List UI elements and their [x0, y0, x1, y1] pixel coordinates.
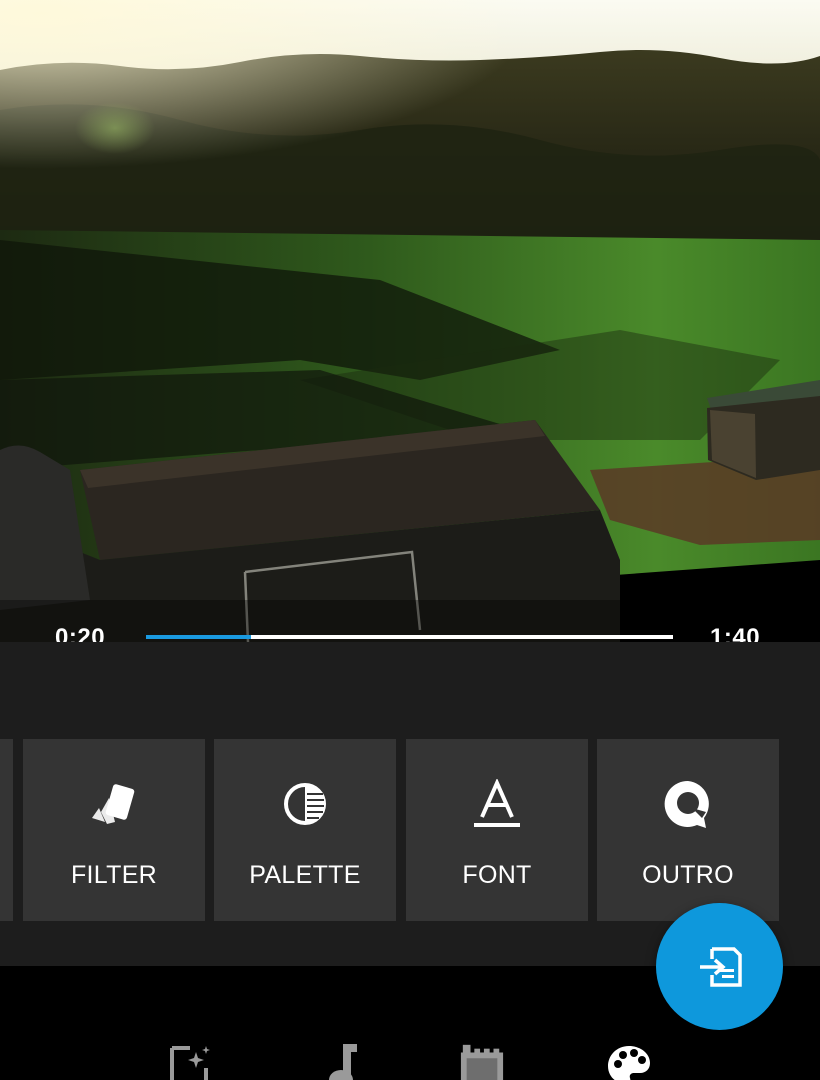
paint-palette-icon — [608, 1046, 650, 1080]
nav-music[interactable] — [318, 1044, 364, 1080]
export-fab-button[interactable] — [656, 903, 783, 1030]
video-preview[interactable]: 0:20 1:40 — [0, 0, 820, 642]
font-tile[interactable]: FONT — [406, 739, 588, 921]
nav-film[interactable] — [459, 1044, 505, 1080]
seek-bar[interactable] — [146, 635, 673, 639]
nav-magic-edit[interactable] — [168, 1044, 214, 1080]
style-tile-partial[interactable] — [0, 739, 13, 921]
palette-tile[interactable]: PALETTE — [214, 739, 396, 921]
total-time: 1:40 — [710, 624, 761, 642]
filter-tile[interactable]: FILTER — [23, 739, 205, 921]
filter-label: FILTER — [70, 861, 158, 889]
outro-tile[interactable]: OUTRO — [597, 739, 779, 921]
outro-label: OUTRO — [642, 861, 734, 889]
palette-label: PALETTE — [249, 861, 361, 889]
music-note-icon — [329, 1044, 357, 1080]
font-underline-a-icon — [406, 779, 588, 829]
nav-style[interactable] — [606, 1044, 652, 1080]
film-strip-icon — [460, 1044, 504, 1080]
export-save-icon — [699, 946, 742, 987]
outro-speech-q-icon — [597, 779, 779, 829]
filter-cards-icon — [23, 779, 205, 829]
palette-contrast-icon — [214, 779, 396, 829]
editor-screen: 0:20 1:40 FILTER PALETTE FONT OUTRO — [0, 0, 820, 1080]
style-tiles-row[interactable]: FILTER PALETTE FONT OUTRO — [0, 739, 820, 921]
current-time: 0:20 — [55, 624, 106, 642]
magic-edit-icon — [170, 1046, 210, 1080]
seek-bar-progress — [146, 635, 252, 639]
video-frame-image — [0, 0, 820, 642]
font-label: FONT — [462, 861, 532, 889]
